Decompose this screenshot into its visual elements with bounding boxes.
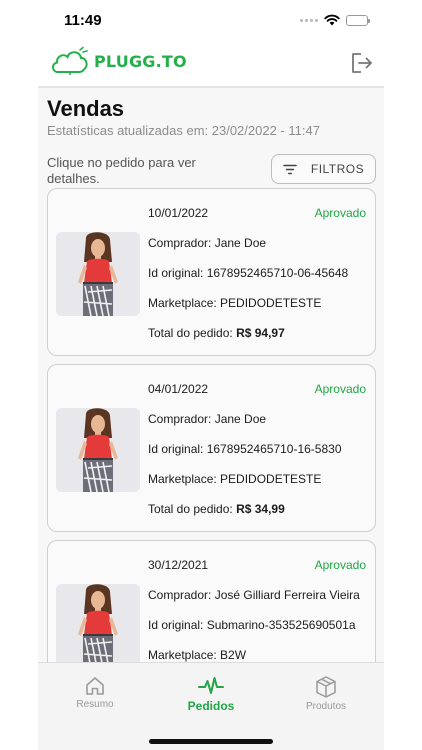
app-header: PLUGG.TO <box>38 40 384 88</box>
brand-logo: PLUGG.TO <box>50 46 187 76</box>
order-total: Total do pedido: R$ 94,97 <box>148 326 285 340</box>
tab-pedidos[interactable]: Pedidos <box>161 675 261 713</box>
stats-updated-text: Estatísticas atualizadas em: 23/02/2022 … <box>47 123 320 138</box>
orders-list: 10/01/2022 Aprovado Comprador: Jane Doe … <box>47 188 376 662</box>
order-date: 10/01/2022 <box>148 206 209 220</box>
pulse-icon <box>198 677 224 694</box>
tab-resumo[interactable]: Resumo <box>45 675 145 710</box>
logout-icon[interactable] <box>350 52 374 74</box>
sales-content[interactable]: Vendas Estatísticas atualizadas em: 23/0… <box>38 90 384 662</box>
home-icon <box>86 677 104 695</box>
order-buyer: Comprador: Jane Doe <box>148 412 267 426</box>
order-total-label: Total do pedido: <box>148 502 233 516</box>
box-icon <box>316 676 336 698</box>
order-buyer: Comprador: Jane Doe <box>148 236 267 250</box>
order-card[interactable]: 30/12/2021 Aprovado Comprador: José Gill… <box>47 540 376 662</box>
order-hint-text: Clique no pedido para ver detalhes. <box>47 155 196 186</box>
bottom-tab-bar: Resumo Pedidos Produtos <box>38 662 384 750</box>
page-title: Vendas <box>47 96 125 121</box>
order-card[interactable]: 04/01/2022 Aprovado Comprador: Jane Doe … <box>47 364 376 532</box>
filters-button-label: FILTROS <box>310 162 365 176</box>
order-marketplace: Marketplace: PEDIDODETESTE <box>148 472 322 486</box>
tab-produtos-label: Produtos <box>305 701 347 712</box>
cloud-logo-icon <box>52 46 88 75</box>
wifi-icon <box>324 14 340 26</box>
order-status-badge: Aprovado <box>314 206 366 220</box>
phone-screen: 11:49 PLUGG.TO Vendas Estatísticas atual… <box>38 0 384 750</box>
battery-icon <box>346 14 370 26</box>
signal-icon <box>300 18 318 22</box>
order-status-badge: Aprovado <box>314 382 366 396</box>
order-marketplace: Marketplace: PEDIDODETESTE <box>148 296 322 310</box>
order-buyer: Comprador: José Gilliard Ferreira Vieira <box>148 588 360 602</box>
order-card[interactable]: 10/01/2022 Aprovado Comprador: Jane Doe … <box>47 188 376 356</box>
order-total: Total do pedido: R$ 34,99 <box>148 502 285 516</box>
order-total-value: R$ 94,97 <box>236 326 285 340</box>
product-thumbnail <box>56 584 140 662</box>
order-date: 30/12/2021 <box>148 558 209 572</box>
filters-button[interactable]: FILTROS <box>271 154 376 184</box>
order-original-id: Id original: 1678952465710-06-45648 <box>148 266 349 280</box>
status-bar: 11:49 <box>38 0 384 40</box>
tab-produtos[interactable]: Produtos <box>276 675 376 712</box>
tab-pedidos-label: Pedidos <box>187 699 235 713</box>
status-time: 11:49 <box>64 12 102 29</box>
home-indicator[interactable] <box>149 739 273 744</box>
logo-text: PLUGG.TO <box>94 51 187 71</box>
order-marketplace: Marketplace: B2W <box>148 648 247 662</box>
order-total-label: Total do pedido: <box>148 326 233 340</box>
product-thumbnail <box>56 408 140 492</box>
filter-icon <box>283 164 297 174</box>
order-original-id: Id original: 1678952465710-16-5830 <box>148 442 342 456</box>
order-original-id: Id original: Submarino-353525690501a <box>148 618 356 632</box>
order-total-value: R$ 34,99 <box>236 502 285 516</box>
order-status-badge: Aprovado <box>314 558 366 572</box>
order-date: 04/01/2022 <box>148 382 209 396</box>
product-thumbnail <box>56 232 140 316</box>
tab-resumo-label: Resumo <box>76 699 114 710</box>
status-icons <box>300 14 370 26</box>
